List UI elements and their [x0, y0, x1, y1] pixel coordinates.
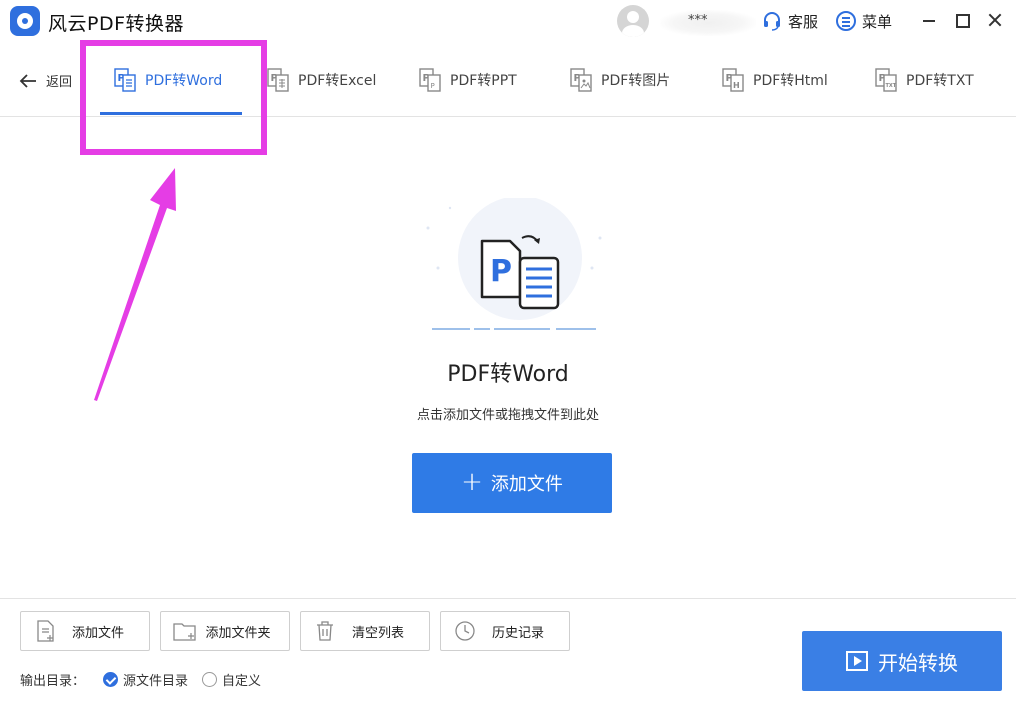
- tab-label: PDF转图片: [601, 73, 671, 89]
- app-logo-icon: [10, 6, 40, 36]
- radio-label: 自定义: [222, 674, 262, 689]
- tab-label: PDF转Excel: [298, 73, 377, 89]
- maximize-icon[interactable]: [952, 10, 972, 30]
- menu-label: 菜单: [862, 12, 893, 31]
- avatar[interactable]: [617, 5, 649, 37]
- pdf-to-word-illustration-icon: P: [426, 198, 602, 330]
- customer-service-label: 客服: [788, 12, 819, 31]
- tab-pdf-to-html[interactable]: P H PDF转Html: [722, 66, 828, 94]
- drop-zone-title: PDF转Word: [447, 362, 569, 387]
- play-icon: [846, 651, 868, 671]
- trash-icon: [317, 621, 333, 641]
- radio-label: 源文件目录: [123, 674, 189, 689]
- radio-unchecked-icon: [202, 672, 218, 687]
- username-text: ***: [688, 13, 708, 28]
- minimize-icon[interactable]: [920, 10, 940, 30]
- svg-text:TXT: TXT: [886, 83, 897, 89]
- toolbar-clear-list-button[interactable]: 清空列表: [300, 611, 430, 651]
- tab-pdf-to-image[interactable]: P PDF转图片: [570, 66, 670, 94]
- toolbar-button-label: 添加文件: [71, 625, 124, 641]
- file-drop-zone[interactable]: P PDF转Word 点击添加文件或拖拽文件到此处 + 添加文件: [0, 118, 1016, 598]
- menu-button[interactable]: 菜单: [836, 9, 892, 33]
- tab-label: PDF转TXT: [906, 73, 974, 89]
- add-file-label: 添加文件: [490, 474, 563, 495]
- tab-label: PDF转PPT: [450, 73, 517, 89]
- toolbar-button-label: 清空列表: [351, 625, 404, 641]
- output-directory-label: 输出目录：: [20, 674, 86, 689]
- output-directory: 输出目录： 源文件目录 自定义: [20, 670, 261, 689]
- svg-text:H: H: [733, 81, 740, 90]
- menu-icon: [836, 11, 856, 31]
- close-icon[interactable]: [986, 10, 1006, 30]
- clock-icon: [455, 621, 475, 641]
- radio-checked-icon: [103, 672, 119, 687]
- start-conversion-label: 开始转换: [878, 650, 958, 675]
- app-title: 风云PDF转换器: [48, 13, 185, 35]
- add-file-icon: [37, 620, 54, 642]
- arrow-left-icon: [19, 73, 36, 88]
- bottom-toolbar: 添加文件 添加文件夹 清空列表 历史记录 输出目录： 源文件目录 自定义 开始转…: [0, 598, 1016, 709]
- pdf-excel-icon: P: [267, 68, 289, 92]
- pdf-image-icon: P: [570, 68, 592, 92]
- add-file-button[interactable]: + 添加文件: [412, 453, 612, 513]
- title-bar: 风云PDF转换器 *** 客服 菜单: [0, 0, 1016, 44]
- radio-custom-directory[interactable]: 自定义: [202, 670, 261, 689]
- username[interactable]: ***: [660, 10, 756, 36]
- plus-icon: +: [461, 466, 483, 497]
- tab-label: PDF转Html: [753, 73, 828, 89]
- headset-icon: [764, 12, 780, 31]
- toolbar-add-file-button[interactable]: 添加文件: [20, 611, 150, 651]
- radio-source-directory[interactable]: 源文件目录: [103, 670, 188, 689]
- toolbar-button-label: 添加文件夹: [205, 625, 271, 641]
- back-button[interactable]: 返回: [18, 71, 72, 90]
- tab-pdf-to-ppt[interactable]: P P PDF转PPT: [419, 66, 517, 94]
- toolbar-history-button[interactable]: 历史记录: [440, 611, 570, 651]
- svg-text:P: P: [431, 82, 435, 90]
- pdf-txt-icon: P TXT: [875, 68, 897, 92]
- start-conversion-button[interactable]: 开始转换: [802, 631, 1002, 691]
- svg-text:P: P: [490, 254, 512, 289]
- add-folder-icon: [173, 623, 196, 641]
- customer-service-button[interactable]: 客服: [762, 9, 818, 33]
- toolbar-add-folder-button[interactable]: 添加文件夹: [160, 611, 290, 651]
- annotation-highlight-box: [80, 40, 267, 155]
- back-label: 返回: [46, 75, 73, 90]
- pdf-ppt-icon: P P: [419, 68, 441, 92]
- tab-pdf-to-txt[interactable]: P TXT PDF转TXT: [875, 66, 974, 94]
- drop-zone-hint: 点击添加文件或拖拽文件到此处: [416, 408, 599, 423]
- pdf-html-icon: P H: [722, 68, 744, 92]
- toolbar-button-label: 历史记录: [491, 625, 544, 641]
- tab-pdf-to-excel[interactable]: P PDF转Excel: [267, 66, 376, 94]
